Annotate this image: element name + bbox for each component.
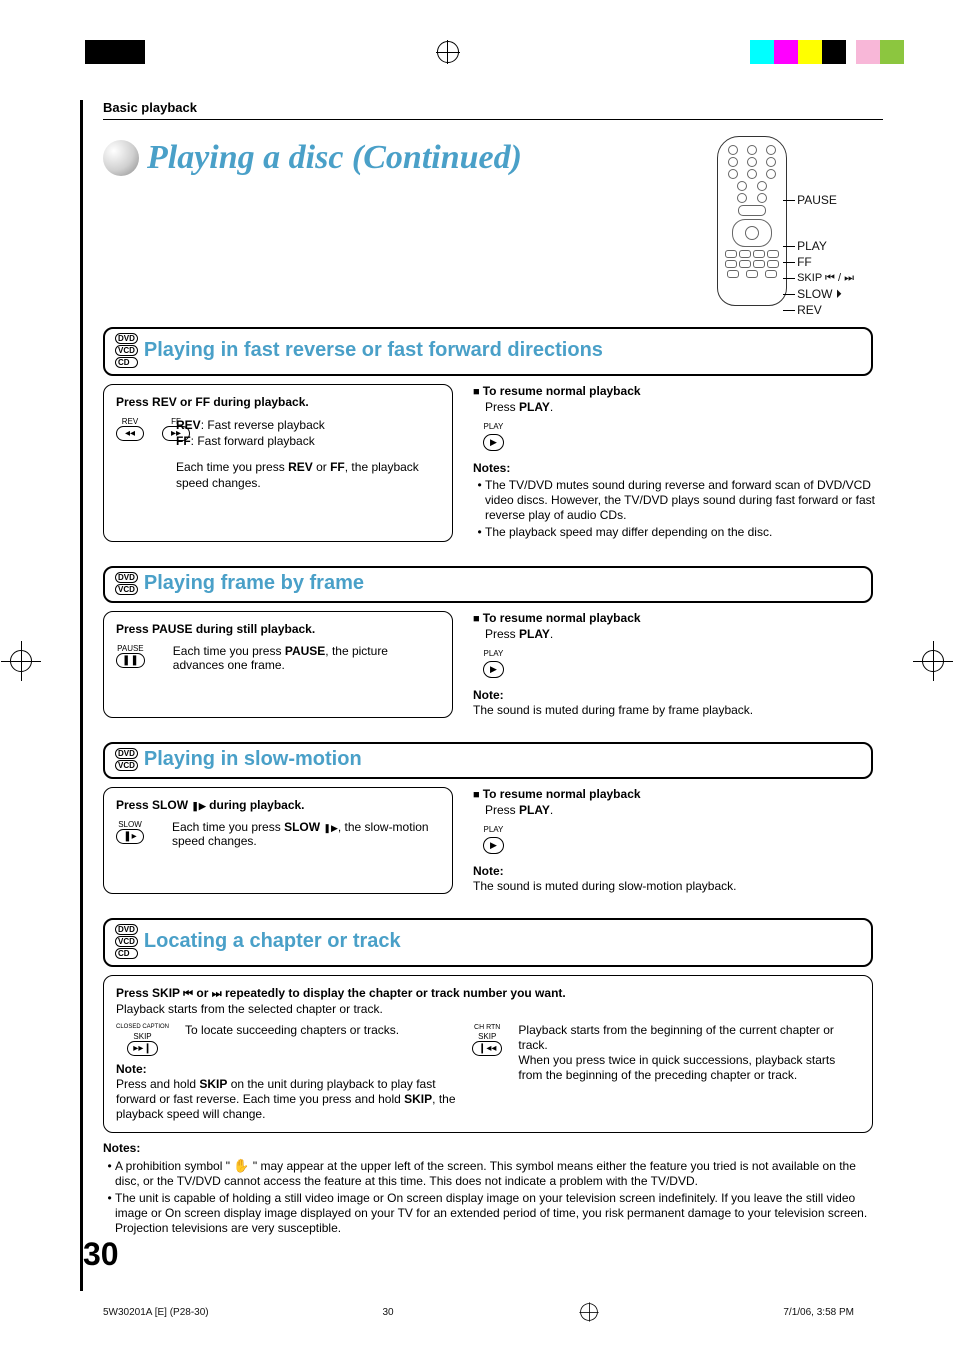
feature-slow-motion: DVD VCD Playing in slow-motion Press SLO… [103, 742, 894, 894]
section-label: Basic playback [103, 100, 894, 123]
disc-tag-dvd: DVD [115, 924, 138, 935]
bottom-note-1: A prohibition symbol " ✋ " may appear at… [115, 1158, 873, 1189]
frame-right: To resume normal playback Press PLAY. PL… [473, 611, 894, 718]
rev-ff-box: Press REV or FF during playback. REV ◂◂ … [103, 384, 453, 542]
cyan-swatch [750, 40, 774, 64]
notes-head: Notes: [473, 461, 894, 476]
play-button-icon: PLAY ▶ [483, 646, 504, 678]
disc-tag-dvd: DVD [115, 572, 138, 583]
remote-label-ff: FF [797, 254, 854, 270]
left-registration-mark-icon [10, 650, 32, 672]
skip-next-button-icon: CLOSED CAPTION SKIP ▸▸❙ [116, 1023, 169, 1056]
feature-title: Playing frame by frame [144, 572, 364, 595]
page-title-text: Playing a disc (Continued) [147, 139, 522, 177]
disc-tag-vcd: VCD [115, 760, 138, 771]
slow-right: To resume normal playback Press PLAY. PL… [473, 787, 894, 894]
magenta-swatch [774, 40, 798, 64]
resume-head: To resume normal playback [473, 787, 894, 803]
footer: 5W30201A [E] (P28-30) 30 7/1/06, 3:58 PM [103, 1301, 854, 1323]
skip-prev-text-a: Playback starts from the beginning of th… [518, 1023, 860, 1053]
feature-head-locate: DVD VCD CD Locating a chapter or track [103, 918, 873, 967]
disc-tag-cd: CD [115, 357, 138, 368]
rev-button-icon: REV ◂◂ [116, 417, 144, 441]
page-number: 30 [83, 1236, 119, 1273]
feature-head-fast-scan: DVD VCD CD Playing in fast reverse or fa… [103, 327, 873, 376]
disc-tag-vcd: VCD [115, 936, 138, 947]
slow-button-icon: SLOW ❚▸ [116, 820, 144, 844]
pause-title: Press PAUSE during still playback. [116, 622, 440, 636]
yellow-swatch [798, 40, 822, 64]
content-area: Basic playback Playing a disc (Continued… [80, 100, 894, 1291]
rev-ff-right: To resume normal playback Press PLAY. PL… [473, 384, 894, 542]
resume-head: To resume normal playback [473, 611, 894, 627]
notes-head: Note: [473, 864, 894, 879]
locate-sub: Playback starts from the selected chapte… [116, 1002, 860, 1017]
disc-tag-vcd: VCD [115, 345, 138, 356]
remote-labels: PAUSE PLAY FF SKIP ⏮ / ⏭ SLOW ⏵ REV [797, 136, 854, 318]
bottom-notes-head: Notes: [103, 1141, 873, 1156]
play-button-icon: PLAY ▶ [483, 822, 504, 854]
feature-title: Playing in slow-motion [144, 748, 362, 771]
note-text: The sound is muted during frame by frame… [473, 703, 894, 718]
black-swatch-2 [822, 40, 846, 64]
remote-label-pause: PAUSE [797, 192, 854, 208]
feature-locate-chapter: DVD VCD CD Locating a chapter or track P… [103, 918, 894, 1133]
registration-mark-icon [437, 41, 459, 63]
notes-head: Note: [473, 688, 894, 703]
disc-tag-dvd: DVD [115, 333, 138, 344]
disc-tags: DVD VCD [115, 572, 138, 595]
skip-prev-button-icon: CH RTN SKIP ❙◂◂ [472, 1023, 502, 1122]
remote-label-play: PLAY [797, 238, 854, 254]
footer-date: 7/1/06, 3:58 PM [783, 1307, 854, 1318]
disc-tags: DVD VCD CD [115, 333, 138, 368]
feature-frame-by-frame: DVD VCD Playing frame by frame Press PAU… [103, 566, 894, 718]
disc-tag-vcd: VCD [115, 584, 138, 595]
disc-tags: DVD VCD [115, 748, 138, 771]
remote-label-rev: REV [797, 302, 854, 318]
feature-head-slow: DVD VCD Playing in slow-motion [103, 742, 873, 779]
bottom-notes: Notes: A prohibition symbol " ✋ " may ap… [103, 1141, 873, 1236]
pause-box: Press PAUSE during still playback. PAUSE… [103, 611, 453, 718]
skip-prev-text-b: When you press twice in quick succession… [518, 1053, 860, 1083]
page: Basic playback Playing a disc (Continued… [0, 0, 954, 1351]
footer-file: 5W30201A [E] (P28-30) [103, 1307, 209, 1318]
play-button-icon: PLAY ▶ [483, 419, 504, 451]
right-registration-mark-icon [922, 650, 944, 672]
green-swatch [880, 40, 904, 64]
print-registration-bar [0, 40, 954, 64]
black-swatch [85, 40, 145, 64]
disc-tag-cd: CD [115, 948, 138, 959]
feature-title: Locating a chapter or track [144, 930, 401, 953]
locate-box: Press SKIP ⏮ or ⏭ repeatedly to display … [103, 975, 873, 1133]
slow-title: Press SLOW ❚▶ during playback. [116, 798, 440, 812]
hand-icon: ✋ [233, 1158, 249, 1173]
footer-registration-mark-icon [580, 1303, 598, 1321]
remote-outline [717, 136, 787, 306]
feature-title: Playing in fast reverse or fast forward … [144, 339, 603, 362]
pink-swatch [856, 40, 880, 64]
slow-box: Press SLOW ❚▶ during playback. SLOW ❚▸ E… [103, 787, 453, 894]
sphere-icon [103, 140, 139, 176]
resume-head: To resume normal playback [473, 384, 894, 400]
remote-label-slow: SLOW ⏵ [797, 286, 854, 302]
feature-head-frame: DVD VCD Playing frame by frame [103, 566, 873, 603]
disc-tags: DVD VCD CD [115, 924, 138, 959]
remote-diagram: PAUSE PLAY FF SKIP ⏮ / ⏭ SLOW ⏵ REV [717, 136, 854, 318]
pause-button-icon: PAUSE ❚❚ [116, 644, 145, 668]
note-text: The sound is muted during slow-motion pl… [473, 879, 894, 894]
disc-tag-dvd: DVD [115, 748, 138, 759]
rev-ff-title: Press REV or FF during playback. [116, 395, 440, 409]
feature-fast-scan: DVD VCD CD Playing in fast reverse or fa… [103, 327, 894, 542]
note-text: The playback speed may differ depending … [485, 525, 894, 540]
skip-next-text: To locate succeeding chapters or tracks. [185, 1023, 399, 1056]
note-text: The TV/DVD mutes sound during reverse an… [485, 478, 894, 523]
bottom-note-2: The unit is capable of holding a still v… [115, 1191, 873, 1236]
footer-page: 30 [383, 1307, 394, 1318]
remote-label-skip: SKIP ⏮ / ⏭ [797, 270, 854, 286]
